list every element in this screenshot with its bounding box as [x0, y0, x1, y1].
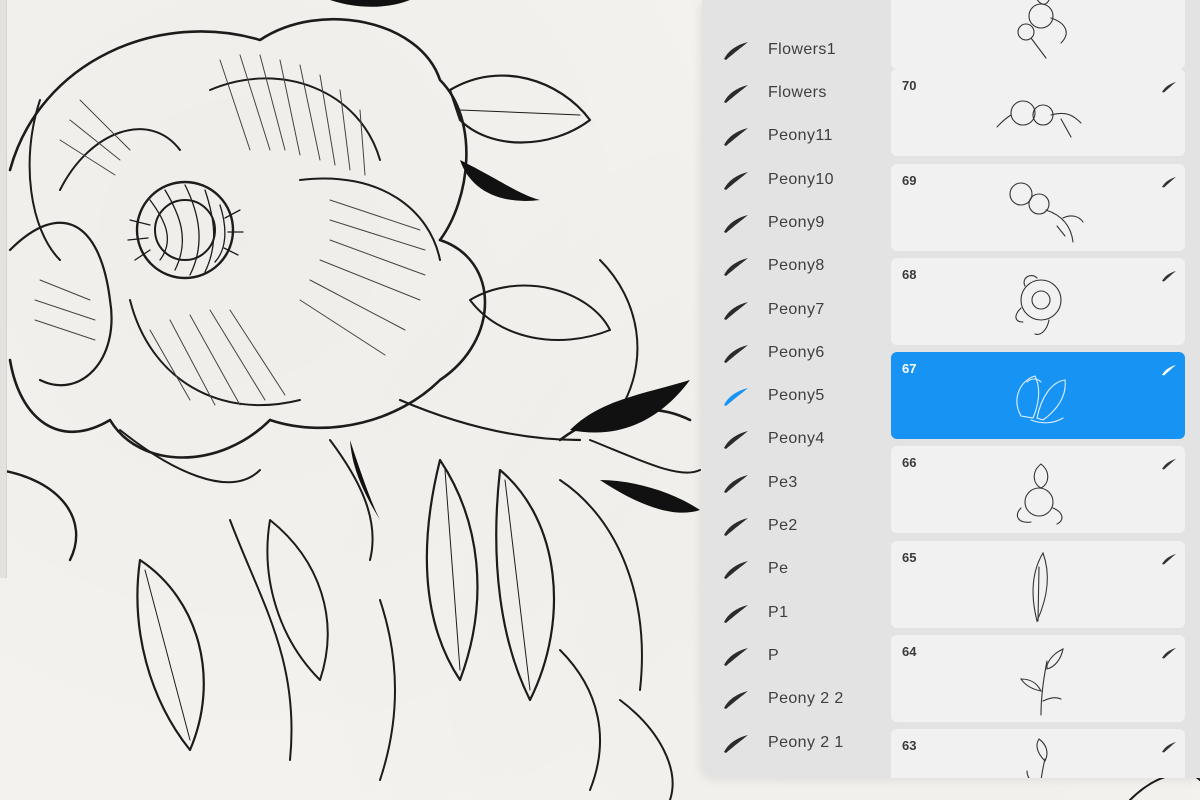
brush-stroke-icon: [1161, 363, 1177, 376]
brush-thumbnail: [991, 75, 1091, 153]
brush-set-label: Peony 2 1: [768, 734, 844, 751]
brush-set-item[interactable]: Peony11: [702, 117, 888, 157]
brush-card[interactable]: 64: [891, 635, 1185, 722]
brush-set-label: Peony10: [768, 171, 834, 188]
brush-number: 70: [902, 78, 917, 93]
brush-set-label: Peony 2 2: [768, 690, 844, 707]
brush-card[interactable]: 65: [891, 541, 1185, 628]
brush-card[interactable]: 69: [891, 164, 1185, 251]
brush-set-item[interactable]: Peony9: [702, 204, 888, 244]
brush-set-list: Flowers1 Flowers Peony11 Peony10 Peony9 Peony…: [702, 0, 888, 778]
brush-set-item[interactable]: Peony7: [702, 291, 888, 331]
brush-stroke-icon: [1161, 552, 1177, 565]
brush-set-item[interactable]: P: [702, 637, 888, 677]
brush-thumbnail: [991, 452, 1091, 530]
brush-card[interactable]: 70: [891, 69, 1185, 156]
brush-number: 67: [902, 361, 917, 376]
brush-stroke-icon: [722, 257, 750, 277]
brush-stroke-icon: [1161, 80, 1177, 93]
brush-set-item[interactable]: Flowers: [702, 74, 888, 114]
brush-number: 69: [902, 173, 917, 188]
brush-set-label: Peony11: [768, 127, 833, 144]
brush-stroke-icon: [722, 430, 750, 450]
brush-stroke-icon: [722, 214, 750, 234]
brush-thumbnail: [991, 0, 1091, 66]
brush-stroke-icon: [722, 344, 750, 364]
brush-stroke-icon: [722, 84, 750, 104]
brush-stroke-icon: [722, 647, 750, 667]
brush-stroke-icon: [1161, 457, 1177, 470]
brush-number: 68: [902, 267, 917, 282]
brush-set-label: Peony8: [768, 257, 825, 274]
brush-stroke-icon: [722, 604, 750, 624]
brush-set-label: Peony4: [768, 430, 825, 447]
brush-set-item[interactable]: Pe2: [702, 507, 888, 547]
brush-number: 66: [902, 455, 917, 470]
brush-set-label: P1: [768, 604, 789, 621]
brush-list: 70 69 68 67 66 65 64 63: [890, 0, 1188, 778]
brush-stroke-icon: [1161, 269, 1177, 282]
brush-thumbnail: [991, 641, 1091, 719]
brush-card[interactable]: 66: [891, 446, 1185, 533]
brush-stroke-icon: [722, 171, 750, 191]
brush-set-item[interactable]: P1: [702, 594, 888, 634]
brush-set-label: Peony6: [768, 344, 825, 361]
brush-set-item[interactable]: Peony6: [702, 334, 888, 374]
brush-set-label: P: [768, 647, 780, 664]
brush-set-item[interactable]: Pe3: [702, 464, 888, 504]
brush-stroke-icon: [722, 517, 750, 537]
brush-card[interactable]: 67: [891, 352, 1185, 439]
brush-stroke-icon: [722, 734, 750, 754]
brush-stroke-icon: [722, 474, 750, 494]
brush-stroke-icon: [1161, 175, 1177, 188]
brush-stroke-icon: [1161, 740, 1177, 753]
brush-stroke-icon: [722, 127, 750, 147]
brush-stroke-icon: [722, 560, 750, 580]
brush-stroke-icon: [722, 41, 750, 61]
brush-thumbnail: [991, 264, 1091, 342]
canvas-side-strip: [0, 0, 7, 578]
brush-thumbnail: [991, 358, 1091, 436]
brush-set-label: Flowers: [768, 84, 827, 101]
brush-set-label: Flowers1: [768, 41, 837, 58]
brush-card[interactable]: 63: [891, 729, 1185, 778]
brush-set-label: Pe3: [768, 474, 798, 491]
brush-set-item[interactable]: Pe: [702, 550, 888, 590]
brush-number: 64: [902, 644, 917, 659]
brush-stroke-icon: [722, 690, 750, 710]
brush-card[interactable]: 68: [891, 258, 1185, 345]
brush-set-item[interactable]: Peony4: [702, 420, 888, 460]
brush-set-item[interactable]: Peony 2 1: [702, 724, 888, 764]
brush-set-label: Pe: [768, 560, 789, 577]
brush-set-item[interactable]: Peony5: [702, 377, 888, 417]
brush-set-item[interactable]: Peony10: [702, 161, 888, 201]
brush-set-item[interactable]: Flowers1: [702, 31, 888, 71]
brush-thumbnail: [991, 170, 1091, 248]
brush-stroke-icon: [722, 387, 750, 407]
brush-set-label: Peony7: [768, 301, 825, 318]
brush-thumbnail: [991, 547, 1091, 625]
brush-card[interactable]: [891, 0, 1185, 69]
brush-stroke-icon: [722, 301, 750, 321]
brush-set-label: Peony9: [768, 214, 825, 231]
brush-set-label: Peony5: [768, 387, 825, 404]
brush-thumbnail: [991, 735, 1091, 778]
brush-number: 63: [902, 738, 917, 753]
brush-set-item[interactable]: Peony8: [702, 247, 888, 287]
brush-number: 65: [902, 550, 917, 565]
brush-set-item[interactable]: Peony 2 2: [702, 680, 888, 720]
brush-library-panel: Flowers1 Flowers Peony11 Peony10 Peony9 Peony…: [702, 0, 1200, 778]
brush-set-label: Pe2: [768, 517, 798, 534]
brush-stroke-icon: [1161, 646, 1177, 659]
